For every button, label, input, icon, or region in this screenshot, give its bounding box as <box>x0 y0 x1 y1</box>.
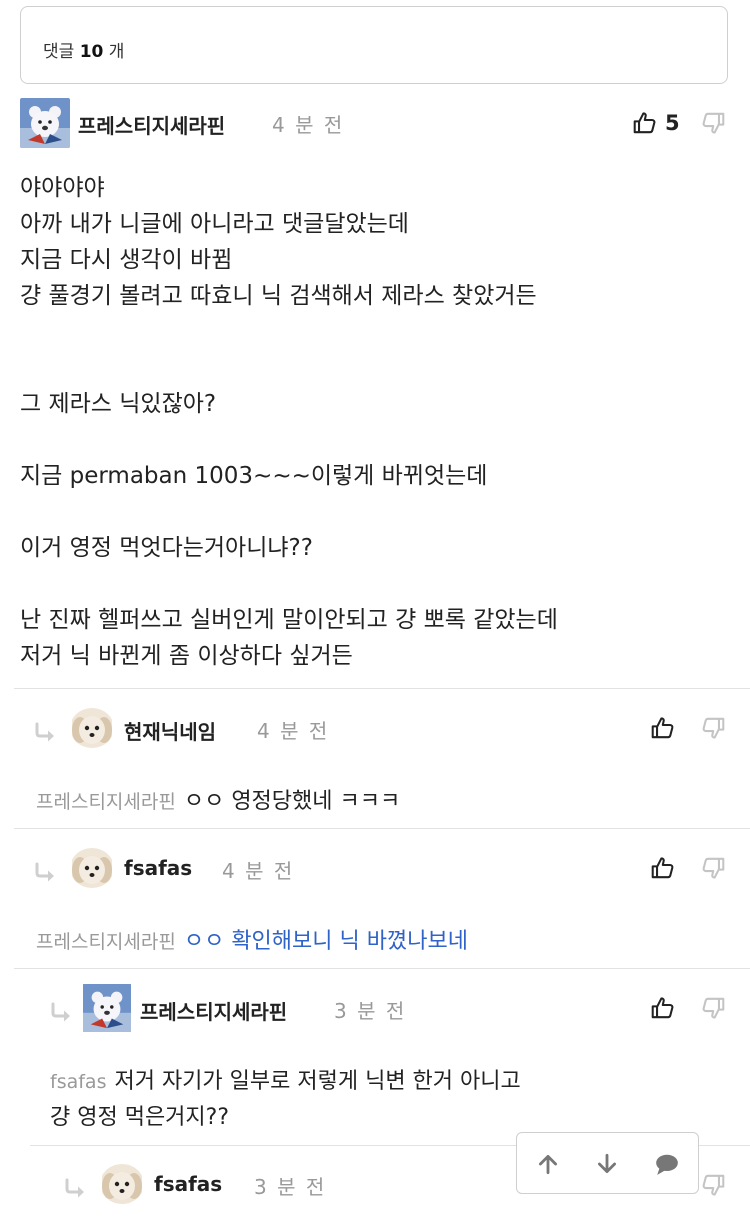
thumbs-down-icon[interactable] <box>700 110 726 136</box>
comment-count-label: 댓글 10 개 <box>43 42 125 62</box>
thumbs-down-icon[interactable] <box>700 715 726 741</box>
avatar[interactable] <box>70 848 114 888</box>
reply-arrow-icon <box>64 1178 88 1198</box>
reply-author[interactable]: fsafas <box>154 1172 222 1196</box>
thumbs-down-icon[interactable] <box>700 855 726 881</box>
comment-count: 10 <box>79 42 104 62</box>
divider <box>14 968 750 969</box>
avatar[interactable] <box>82 984 132 1032</box>
reply-time: 4 분 전 <box>257 719 330 743</box>
thumbs-up-icon[interactable] <box>650 855 676 881</box>
reply-author[interactable]: 프레스티지세라핀 <box>140 996 287 1025</box>
comment-bubble-icon[interactable] <box>654 1151 680 1177</box>
reply-arrow-icon <box>34 722 58 742</box>
reply-author[interactable]: 현재닉네임 <box>124 716 216 745</box>
reply-arrow-icon <box>50 1002 74 1022</box>
mention-tag[interactable]: fsafas <box>50 1071 106 1093</box>
thumbs-up-icon[interactable] <box>650 715 676 741</box>
like-count: 5 <box>665 111 680 135</box>
reply-body: fsafas 저거 자기가 일부로 저렇게 닉변 한거 아니고 <box>50 1069 521 1094</box>
reply-author[interactable]: fsafas <box>124 856 192 880</box>
comment-author[interactable]: 프레스티지세라핀 <box>78 110 225 139</box>
reply-arrow-icon <box>34 862 58 882</box>
divider <box>14 828 750 829</box>
comment-time: 4 분 전 <box>272 113 345 137</box>
comment-body: 야야야야 아까 내가 니글에 아니라고 댓글달았는데 지금 다시 생각이 바뀜 … <box>20 175 558 669</box>
thumbs-up-icon[interactable] <box>632 110 658 136</box>
avatar[interactable] <box>20 98 70 148</box>
reply-time: 4 분 전 <box>222 859 295 883</box>
reply-time: 3 분 전 <box>254 1175 327 1199</box>
divider <box>14 688 750 689</box>
mention-tag[interactable]: 프레스티지세라핀 <box>36 931 176 953</box>
thumbs-up-icon[interactable] <box>650 995 676 1021</box>
reply-time: 3 분 전 <box>334 999 407 1023</box>
thumbs-down-icon[interactable] <box>700 995 726 1021</box>
reply-body-line2: 걍 영정 먹은거지?? <box>50 1105 230 1130</box>
reply-body: 프레스티지세라핀 ㅇㅇ 영정당했네 ㅋㅋㅋ <box>36 789 401 814</box>
mention-tag[interactable]: 프레스티지세라핀 <box>36 791 176 813</box>
comment-count-header: 댓글 10 개 <box>20 6 728 84</box>
avatar[interactable] <box>100 1164 144 1204</box>
floating-toolbar <box>516 1132 699 1194</box>
reply-body: 프레스티지세라핀 ㅇㅇ 확인해보니 닉 바꼈나보네 <box>36 929 468 954</box>
thumbs-down-icon[interactable] <box>700 1172 726 1198</box>
arrow-down-icon[interactable] <box>594 1151 620 1177</box>
arrow-up-icon[interactable] <box>535 1151 561 1177</box>
avatar[interactable] <box>70 708 114 748</box>
